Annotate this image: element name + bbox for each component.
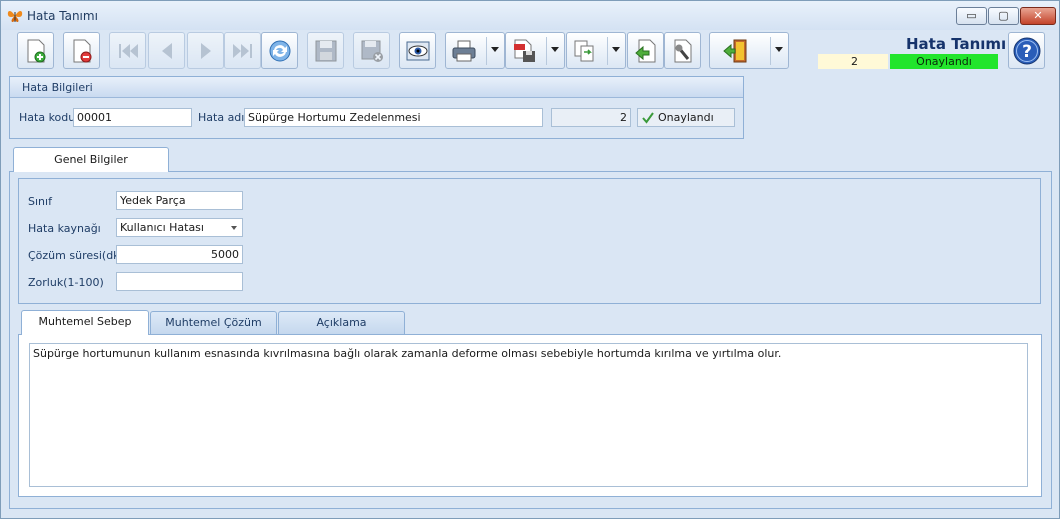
app-window: Hata Tanımı ▭ ▢ ✕ Hata Tanımı 2 Onayland… xyxy=(0,0,1060,519)
save-button[interactable] xyxy=(307,32,344,69)
exit-door-icon xyxy=(723,39,747,63)
tab-possible-cause[interactable]: Muhtemel Sebep xyxy=(21,310,149,335)
source-selected: Kullanıcı Hatası xyxy=(120,221,204,234)
resolution-time-label: Çözüm süresi(dk) xyxy=(28,249,124,262)
separator xyxy=(770,37,771,65)
source-label: Hata kaynağı xyxy=(28,222,101,235)
tab-description[interactable]: Açıklama xyxy=(278,311,405,334)
window-title: Hata Tanımı xyxy=(27,9,98,23)
cause-text-area[interactable]: Süpürge hortumunun kullanım esnasında kı… xyxy=(29,343,1028,487)
class-field[interactable]: Yedek Parça xyxy=(116,191,243,210)
new-document-icon xyxy=(27,39,46,63)
new-button[interactable] xyxy=(17,32,54,69)
maximize-button[interactable]: ▢ xyxy=(988,7,1019,25)
help-icon: ? xyxy=(1013,37,1041,65)
separator xyxy=(486,37,487,65)
svg-text:?: ? xyxy=(1022,42,1032,62)
preview-icon xyxy=(406,41,430,61)
refresh-icon xyxy=(269,40,291,62)
separator xyxy=(546,37,547,65)
error-name-field[interactable]: Süpürge Hortumu Zedelenmesi xyxy=(244,108,543,127)
preview-button[interactable] xyxy=(399,32,436,69)
import-button[interactable] xyxy=(627,32,664,69)
save-close-icon xyxy=(361,40,383,62)
exit-button[interactable] xyxy=(709,32,789,69)
first-record-icon xyxy=(119,44,138,58)
save-icon xyxy=(315,40,337,62)
previous-record-button[interactable] xyxy=(148,32,185,69)
first-record-button[interactable] xyxy=(109,32,146,69)
previous-record-icon xyxy=(162,43,172,59)
last-record-button[interactable] xyxy=(224,32,261,69)
print-button[interactable] xyxy=(445,32,505,69)
approved-checkbox[interactable]: Onaylandı xyxy=(637,108,735,127)
error-code-field[interactable]: 00001 xyxy=(73,108,192,127)
error-code-label: Hata kodu xyxy=(19,111,76,124)
separator xyxy=(607,37,608,65)
save-close-button[interactable] xyxy=(353,32,390,69)
pdf-export-button[interactable] xyxy=(505,32,565,69)
source-dropdown[interactable]: Kullanıcı Hatası xyxy=(116,218,243,237)
minimize-button[interactable]: ▭ xyxy=(956,7,987,25)
group-header: Hata Bilgileri xyxy=(10,77,743,98)
record-number-field: 2 xyxy=(551,108,631,127)
copy-document-icon xyxy=(574,40,594,62)
check-icon xyxy=(642,112,654,124)
tab-general[interactable]: Genel Bilgiler xyxy=(13,147,169,172)
chevron-down-icon[interactable] xyxy=(551,47,559,52)
close-button[interactable]: ✕ xyxy=(1020,7,1056,25)
chevron-down-icon[interactable] xyxy=(612,47,620,52)
tools-icon xyxy=(674,39,692,63)
next-record-icon xyxy=(201,43,211,59)
tools-button[interactable] xyxy=(664,32,701,69)
tab-possible-solution[interactable]: Muhtemel Çözüm xyxy=(150,311,277,334)
approved-label: Onaylandı xyxy=(658,111,714,124)
print-icon xyxy=(452,40,476,62)
chevron-down-icon[interactable] xyxy=(491,47,499,52)
import-icon xyxy=(635,39,656,63)
next-record-button[interactable] xyxy=(187,32,224,69)
chevron-down-icon xyxy=(231,226,237,230)
copy-button[interactable] xyxy=(566,32,626,69)
difficulty-label: Zorluk(1-100) xyxy=(28,276,104,289)
title-bar: Hata Tanımı ▭ ▢ ✕ xyxy=(1,1,1059,30)
delete-document-icon xyxy=(73,39,92,63)
difficulty-field[interactable] xyxy=(116,272,243,291)
refresh-button[interactable] xyxy=(261,32,298,69)
butterfly-logo-icon xyxy=(7,11,23,22)
delete-button[interactable] xyxy=(63,32,100,69)
error-name-label: Hata adı xyxy=(198,111,245,124)
group-title: Hata Bilgileri xyxy=(22,81,93,94)
class-label: Sınıf xyxy=(28,195,52,208)
pdf-export-icon xyxy=(514,39,535,62)
record-count: 2 xyxy=(818,54,888,69)
status-badge: Onaylandı xyxy=(890,54,998,69)
last-record-icon xyxy=(233,44,252,58)
resolution-time-field[interactable]: 5000 xyxy=(116,245,243,264)
chevron-down-icon[interactable] xyxy=(775,47,783,52)
help-button[interactable]: ? xyxy=(1008,32,1045,69)
form-title: Hata Tanımı xyxy=(906,35,1007,53)
